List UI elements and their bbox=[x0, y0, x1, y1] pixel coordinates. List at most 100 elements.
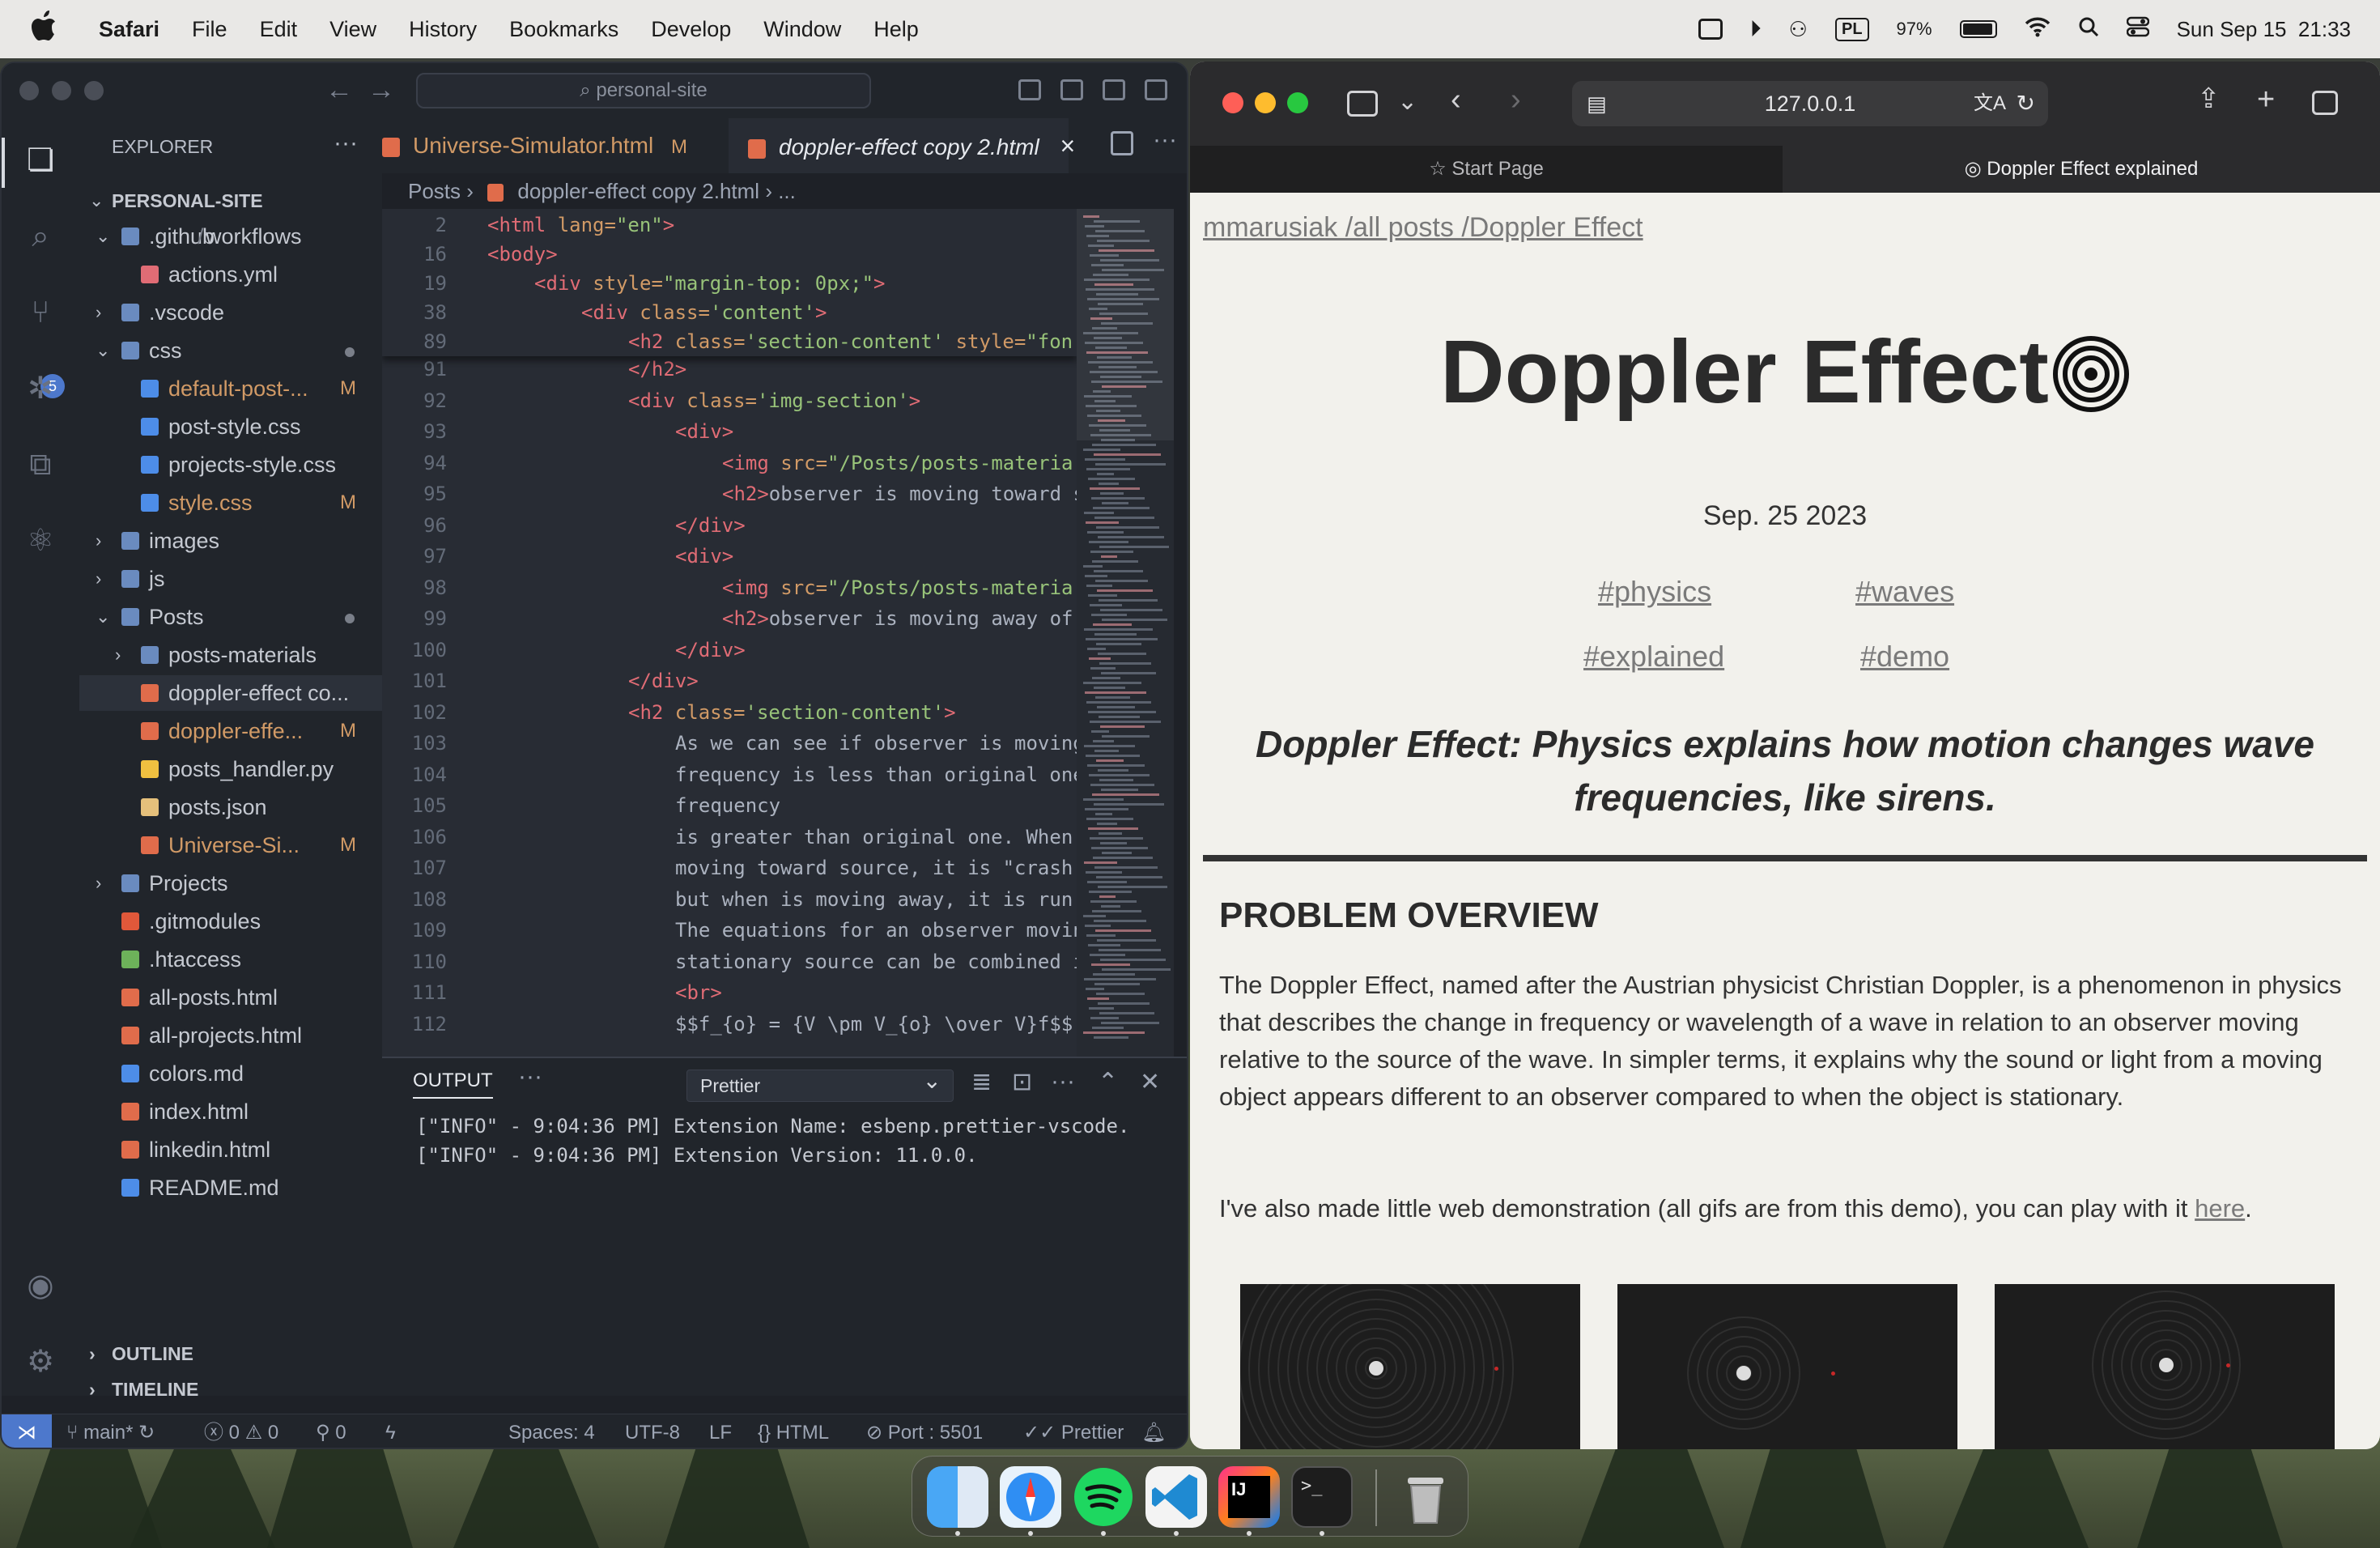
command-center-search[interactable]: ⌕ personal-site bbox=[416, 73, 871, 108]
tab-universe-simulator[interactable]: Universe-Simulator.html M bbox=[382, 118, 729, 173]
toggle-primary-sidebar-icon[interactable] bbox=[1018, 79, 1041, 100]
intellij-icon[interactable]: IJ bbox=[1218, 1466, 1280, 1528]
close-window-button[interactable] bbox=[19, 81, 39, 100]
encoding-indicator[interactable]: UTF-8 bbox=[625, 1414, 680, 1448]
vscode-icon[interactable] bbox=[1145, 1466, 1207, 1528]
spotlight-search-icon[interactable] bbox=[2078, 16, 2099, 43]
folder-item[interactable]: › js bbox=[79, 561, 382, 597]
file-item[interactable]: Universe-Si... M bbox=[79, 827, 382, 863]
language-mode-indicator[interactable]: {} HTML bbox=[758, 1414, 829, 1448]
minimize-window-button[interactable] bbox=[52, 81, 71, 100]
close-panel-icon[interactable]: ✕ bbox=[1140, 1068, 1160, 1096]
indentation-indicator[interactable]: Spaces: 4 bbox=[508, 1414, 595, 1448]
control-center-icon[interactable] bbox=[2126, 16, 2149, 43]
file-item[interactable]: posts_handler.py bbox=[79, 751, 382, 787]
toggle-secondary-sidebar-icon[interactable] bbox=[1103, 79, 1125, 100]
breadcrumb-file[interactable]: doppler-effect copy 2.html bbox=[517, 179, 759, 203]
explorer-root-folder[interactable]: ⌄ PERSONAL-SITE bbox=[79, 183, 382, 219]
toggle-panel-icon[interactable] bbox=[1060, 79, 1083, 100]
file-item[interactable]: actions.yml bbox=[79, 257, 382, 292]
git-branch[interactable]: ⑂ main* ↻ bbox=[66, 1414, 155, 1448]
headphones-icon[interactable]: ⚇ bbox=[1789, 17, 1808, 42]
file-item[interactable]: index.html bbox=[79, 1094, 382, 1129]
folder-item[interactable]: ⌄ Posts bbox=[79, 599, 382, 635]
file-item[interactable]: doppler-effe... M bbox=[79, 713, 382, 749]
file-item[interactable]: .gitmodules bbox=[79, 904, 382, 939]
ports-indicator[interactable]: ⚲ 0 bbox=[316, 1414, 346, 1448]
terminal-icon[interactable]: >_ bbox=[1291, 1466, 1353, 1528]
zoom-window-button[interactable] bbox=[1287, 92, 1308, 113]
keyboard-layout-indicator[interactable]: PL bbox=[1834, 17, 1869, 41]
output-tab[interactable]: OUTPUT bbox=[413, 1070, 493, 1099]
back-icon[interactable]: ‹ bbox=[1451, 83, 1461, 117]
address-bar[interactable]: ▤ 127.0.0.1 文A ↻ bbox=[1572, 81, 2048, 126]
finder-icon[interactable] bbox=[927, 1466, 988, 1528]
menu-file[interactable]: File bbox=[192, 17, 227, 42]
battery-icon[interactable] bbox=[1959, 20, 1997, 38]
live-server-port[interactable]: ⊘ Port : 5501 bbox=[866, 1414, 983, 1448]
explorer-more-actions-icon[interactable]: ··· bbox=[334, 130, 358, 157]
new-tab-icon[interactable]: + bbox=[2257, 83, 2275, 117]
clear-output-icon[interactable]: ≣ bbox=[971, 1068, 992, 1096]
nav-back-icon[interactable]: ← bbox=[325, 74, 353, 106]
play-icon[interactable]: ⏵ bbox=[1750, 16, 1762, 43]
demo-link[interactable]: here bbox=[2195, 1194, 2245, 1223]
file-item[interactable]: default-post-... M bbox=[79, 371, 382, 406]
file-item[interactable]: README.md bbox=[79, 1170, 382, 1206]
tab-start-page[interactable]: ☆ Start Page bbox=[1190, 146, 1783, 193]
breadcrumb-posts[interactable]: Posts bbox=[408, 179, 461, 203]
timeline-section[interactable]: › TIMELINE bbox=[79, 1372, 382, 1407]
menubar-clock[interactable]: Sun Sep 15 21:33 bbox=[2177, 17, 2351, 42]
minimize-window-button[interactable] bbox=[1255, 92, 1276, 113]
react-extension-icon[interactable]: ⚛ bbox=[23, 523, 58, 559]
source-control-icon[interactable]: ⑂ bbox=[23, 295, 58, 330]
apple-menu-icon[interactable] bbox=[31, 10, 66, 49]
menu-help[interactable]: Help bbox=[873, 17, 919, 42]
file-item[interactable]: doppler-effect co... bbox=[79, 675, 382, 711]
notifications-bell-icon[interactable]: 🔔︎ bbox=[1141, 1414, 1166, 1448]
tab-doppler-effect-copy[interactable]: doppler-effect copy 2.html × bbox=[729, 118, 1075, 173]
menu-safari[interactable]: Safari bbox=[99, 17, 159, 42]
outline-section[interactable]: › OUTLINE bbox=[79, 1336, 382, 1372]
spotify-icon[interactable] bbox=[1073, 1466, 1134, 1528]
folder-item[interactable]: › .vscode bbox=[79, 295, 382, 330]
folder-item[interactable]: › Projects bbox=[79, 865, 382, 901]
panel-more-icon[interactable]: ··· bbox=[518, 1063, 542, 1091]
safari-icon[interactable] bbox=[1000, 1466, 1061, 1528]
breadcrumb-symbol[interactable]: ... bbox=[778, 179, 796, 203]
account-icon[interactable]: ◉ bbox=[23, 1268, 58, 1303]
lock-scroll-icon[interactable]: ⊡ bbox=[1012, 1068, 1032, 1096]
split-editor-icon[interactable] bbox=[1111, 131, 1133, 155]
explorer-icon[interactable]: ❏ bbox=[23, 142, 58, 178]
menu-window[interactable]: Window bbox=[763, 17, 841, 42]
translate-icon[interactable]: 文A bbox=[1974, 81, 2006, 126]
file-item[interactable]: colors.md bbox=[79, 1056, 382, 1091]
customize-layout-icon[interactable] bbox=[1145, 79, 1167, 100]
remote-explorer-icon[interactable]: ⧉ bbox=[23, 447, 58, 483]
zoom-window-button[interactable] bbox=[84, 81, 104, 100]
minimap[interactable] bbox=[1077, 209, 1174, 1057]
tag-link[interactable]: #waves bbox=[1855, 575, 1954, 609]
file-item[interactable]: posts.json bbox=[79, 789, 382, 825]
menu-bookmarks[interactable]: Bookmarks bbox=[509, 17, 618, 42]
tag-link[interactable]: #physics bbox=[1598, 575, 1711, 609]
nav-forward-icon[interactable]: → bbox=[368, 74, 395, 106]
file-item[interactable]: all-projects.html bbox=[79, 1018, 382, 1053]
eol-indicator[interactable]: LF bbox=[709, 1414, 732, 1448]
output-channel-select[interactable]: Prettier bbox=[686, 1065, 954, 1102]
tag-link[interactable]: #explained bbox=[1583, 640, 1724, 674]
forward-icon[interactable]: › bbox=[1511, 83, 1521, 117]
problems-indicator[interactable]: ⓧ 0 ⚠ 0 bbox=[204, 1414, 278, 1448]
reader-icon[interactable]: ▤ bbox=[1587, 81, 1607, 126]
folder-item[interactable]: › images bbox=[79, 523, 382, 559]
file-item[interactable]: post-style.css bbox=[79, 409, 382, 444]
folder-item[interactable]: ⌄ .github workflows / bbox=[79, 219, 382, 254]
sidebar-toggle-icon[interactable] bbox=[1347, 91, 1378, 117]
share-icon[interactable]: ⇪ bbox=[2197, 83, 2221, 115]
close-window-button[interactable] bbox=[1222, 92, 1243, 113]
site-breadcrumb[interactable]: mmarusiak /all posts /Doppler Effect bbox=[1203, 212, 1643, 244]
folder-item[interactable]: ⌄ css bbox=[79, 333, 382, 368]
tab-doppler-effect[interactable]: ◎ Doppler Effect explained bbox=[1783, 146, 2380, 193]
wifi-icon[interactable] bbox=[2025, 16, 2051, 43]
prettier-indicator[interactable]: ✓✓ Prettier bbox=[1023, 1414, 1124, 1448]
